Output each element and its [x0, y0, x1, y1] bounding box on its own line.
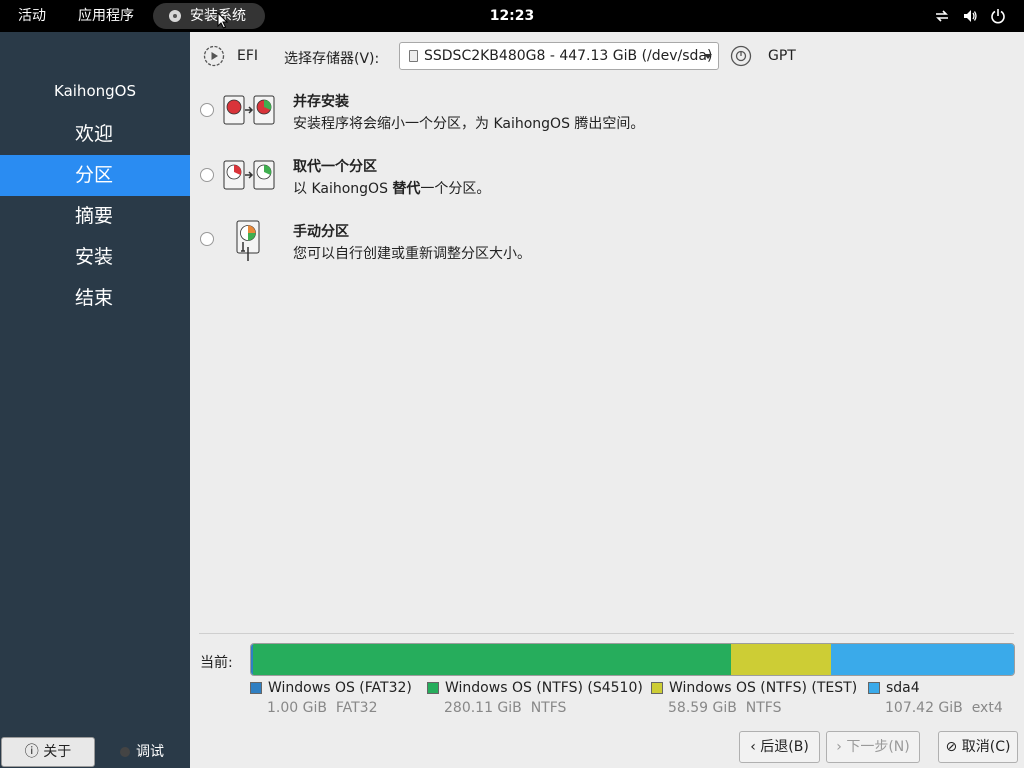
partition-name: Windows OS (NTFS) (S4510) — [445, 680, 643, 696]
step-finish: 结束 — [75, 287, 114, 309]
partition-table-icon — [730, 45, 752, 67]
radio-manual[interactable] — [200, 232, 214, 246]
info-icon: ⓘ — [24, 744, 39, 760]
radio-replace[interactable] — [200, 168, 214, 182]
partition-bar — [250, 643, 1015, 676]
debug-toggle[interactable]: 调试 — [120, 737, 164, 767]
legend-item: Windows OS (FAT32) 1.00 GiB FAT32 — [250, 680, 412, 716]
installer-icon — [169, 10, 181, 22]
applications-menu[interactable]: 应用程序 — [78, 0, 134, 32]
partition-fs: FAT32 — [335, 700, 378, 716]
partition-fs: NTFS — [530, 700, 567, 716]
dropdown-arrow-icon — [704, 54, 712, 59]
manual-partition-icon — [236, 220, 260, 261]
app-menu[interactable]: 安装系统 — [153, 3, 265, 29]
top-bar: 活动 应用程序 安装系统 12:23 — [0, 0, 1024, 32]
drive-icon — [409, 50, 418, 62]
partition-fs: NTFS — [745, 700, 782, 716]
partition-size: 58.59 GiB — [668, 700, 737, 716]
next-button[interactable]: › 下一步(N) — [826, 731, 920, 763]
partition-segment — [830, 644, 1014, 675]
about-button[interactable]: ⓘ 关于 — [1, 737, 95, 767]
option-alongside-title[interactable]: 并存安装 — [293, 91, 349, 111]
storage-device-select[interactable]: SSDSC2KB480G8 - 447.13 GiB (/dev/sda) — [399, 42, 719, 70]
step-welcome: 欢迎 — [75, 123, 114, 145]
legend-swatch — [868, 682, 880, 694]
cancel-icon: ⊘ — [945, 739, 958, 755]
power-icon[interactable] — [990, 8, 1006, 24]
option-manual-desc: 您可以自行创建或重新调整分区大小。 — [293, 246, 531, 262]
storage-device-value: SSDSC2KB480G8 - 447.13 GiB (/dev/sda) — [424, 48, 713, 64]
option-manual-title[interactable]: 手动分区 — [293, 221, 349, 241]
efi-boot-icon — [203, 45, 225, 67]
logo: KaihongOS — [54, 82, 136, 100]
partition-fs: ext4 — [971, 700, 1003, 716]
partition-segment — [252, 644, 731, 675]
step-summary: 摘要 — [75, 205, 114, 227]
option-alongside-desc: 安装程序将会缩小一个分区，为 KaihongOS 腾出空间。 — [293, 116, 645, 132]
replace-partition-icon — [223, 160, 275, 190]
install-alongside-icon — [223, 95, 275, 125]
legend-item: Windows OS (NTFS) (TEST) 58.59 GiB NTFS — [651, 680, 858, 716]
radio-alongside[interactable] — [200, 103, 214, 117]
partition-name: Windows OS (NTFS) (TEST) — [669, 680, 858, 696]
efi-label: EFI — [237, 48, 259, 64]
mouse-cursor-icon — [217, 12, 229, 29]
partition-table-label: GPT — [768, 48, 796, 64]
network-icon[interactable] — [934, 8, 950, 24]
partition-size: 280.11 GiB — [444, 700, 522, 716]
legend-swatch — [427, 682, 439, 694]
separator — [199, 633, 1014, 634]
chevron-right-icon: › — [836, 739, 842, 755]
step-install: 安装 — [75, 246, 114, 268]
option-replace-title[interactable]: 取代一个分区 — [293, 156, 377, 176]
sidebar: KaihongOS 欢迎 分区 摘要 安装 结束 — [0, 32, 190, 768]
partition-size: 1.00 GiB — [267, 700, 327, 716]
debug-indicator-icon — [120, 747, 130, 757]
cancel-button[interactable]: ⊘ 取消(C) — [938, 731, 1018, 763]
legend-item: Windows OS (NTFS) (S4510) 280.11 GiB NTF… — [427, 680, 643, 716]
partition-name: Windows OS (FAT32) — [268, 680, 412, 696]
step-partition: 分区 — [0, 155, 190, 196]
clock[interactable]: 12:23 — [472, 0, 552, 32]
storage-select-label: 选择存储器(V): — [284, 51, 380, 67]
volume-icon[interactable] — [962, 8, 978, 24]
back-button[interactable]: ‹ 后退(B) — [739, 731, 820, 763]
legend-item: sda4 107.42 GiB ext4 — [868, 680, 1003, 716]
activities-button[interactable]: 活动 — [18, 0, 46, 32]
partition-size: 107.42 GiB — [885, 700, 963, 716]
legend-swatch — [651, 682, 663, 694]
legend-swatch — [250, 682, 262, 694]
partition-name: sda4 — [886, 680, 920, 696]
partition-page: EFI 选择存储器(V): SSDSC2KB480G8 - 447.13 GiB… — [190, 32, 1024, 768]
chevron-left-icon: ‹ — [750, 739, 756, 755]
partition-segment — [730, 644, 831, 675]
current-label: 当前: — [200, 655, 233, 671]
option-replace-desc: 以 KaihongOS 替代一个分区。 — [293, 181, 491, 197]
